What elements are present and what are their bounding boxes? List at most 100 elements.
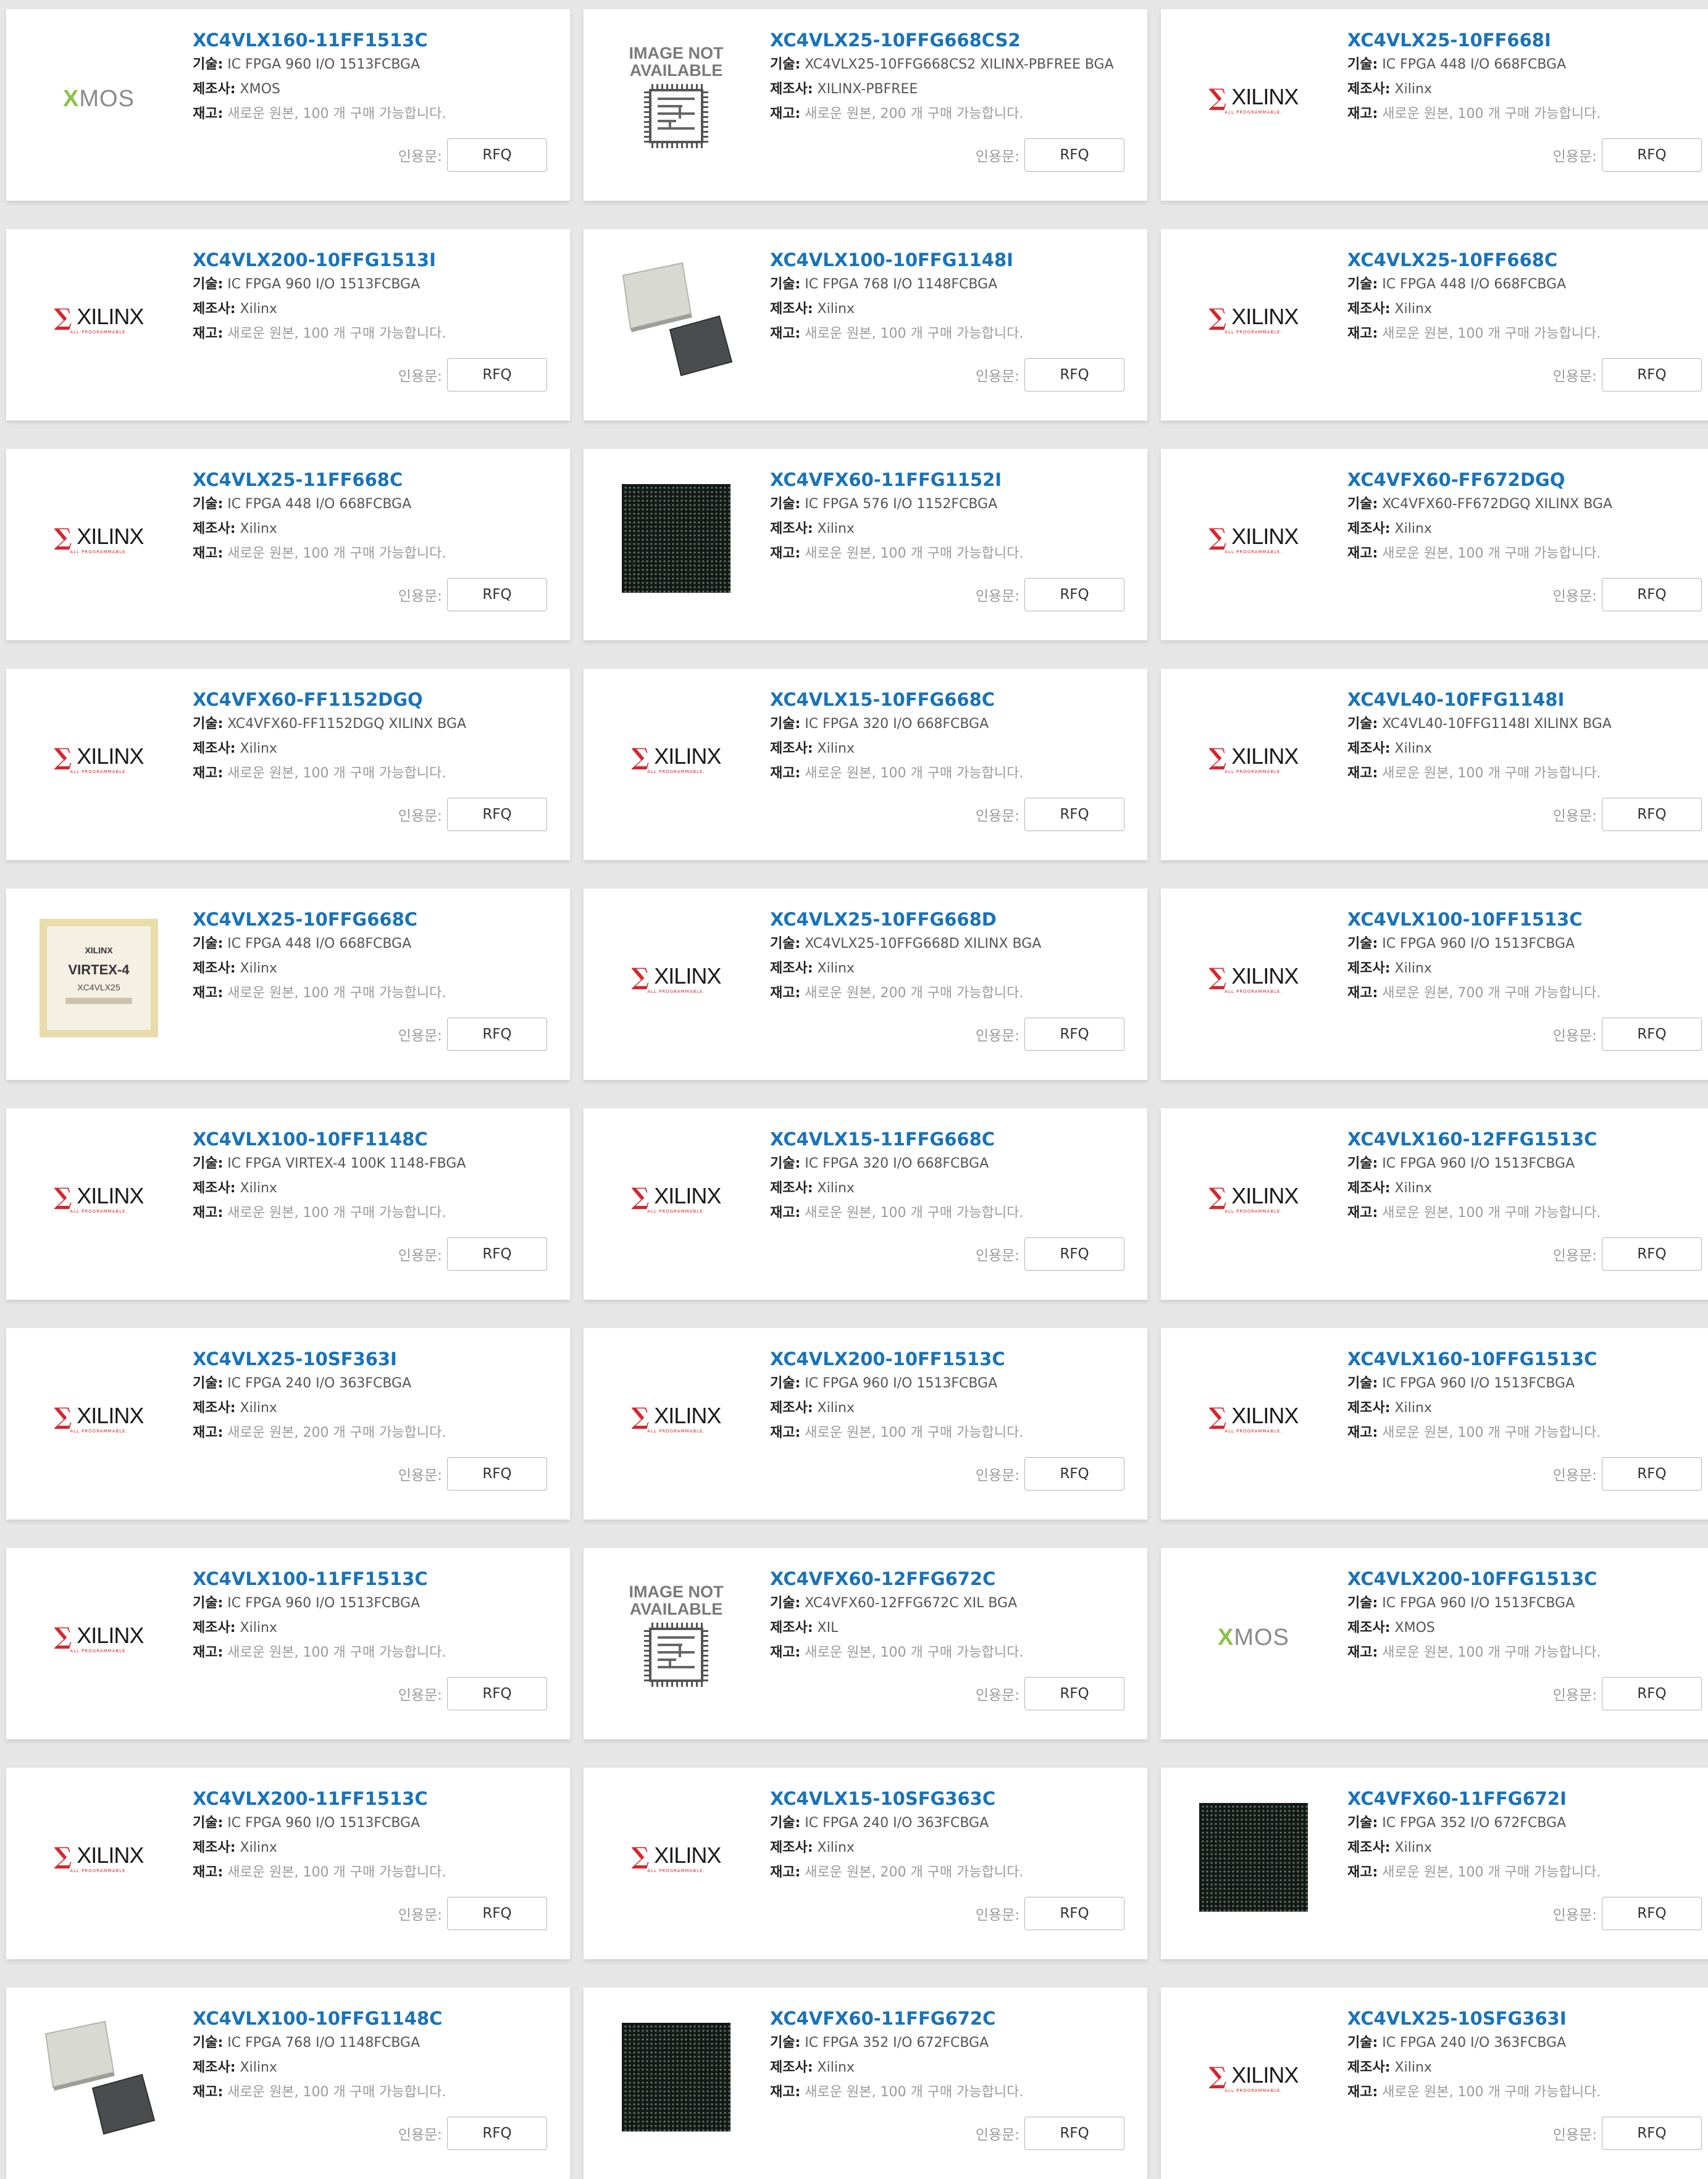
- product-image[interactable]: [608, 474, 744, 603]
- bga-chip-image: [622, 484, 731, 593]
- product-image[interactable]: ∑ XILINX ALL PROGRAMMABLE.: [608, 1792, 744, 1922]
- rfq-button[interactable]: RFQ: [447, 578, 547, 611]
- product-image[interactable]: ∑ XILINX ALL PROGRAMMABLE.: [1186, 254, 1321, 383]
- rfq-button[interactable]: RFQ: [447, 798, 547, 831]
- product-title-link[interactable]: XC4VFX60-11FFG672I: [1347, 1786, 1706, 1811]
- quote-label: 인용문:: [1552, 1468, 1597, 1484]
- rfq-button[interactable]: RFQ: [447, 1457, 547, 1491]
- manufacturer-label: 제조사:: [193, 1840, 236, 1855]
- product-title-link[interactable]: XC4VLX200-10FFG1513I: [193, 248, 551, 272]
- stock-value: 새로운 원본, 100 개 구매 가능합니다.: [1382, 1645, 1601, 1660]
- rfq-button[interactable]: RFQ: [447, 1677, 547, 1710]
- rfq-button[interactable]: RFQ: [1024, 578, 1124, 611]
- product-title-link[interactable]: XC4VLX160-11FF1513C: [193, 28, 551, 52]
- product-image[interactable]: ∑ XILINX ALL PROGRAMMABLE.: [608, 913, 744, 1043]
- product-image[interactable]: ∑ XILINX ALL PROGRAMMABLE.: [31, 693, 167, 823]
- product-image[interactable]: ∑ XILINX ALL PROGRAMMABLE.: [1186, 34, 1321, 164]
- product-image[interactable]: [608, 254, 744, 383]
- product-title-link[interactable]: XC4VLX100-10FFG1148I: [770, 248, 1129, 272]
- rfq-button[interactable]: RFQ: [1024, 358, 1124, 391]
- product-title-link[interactable]: XC4VFX60-FF1152DGQ: [193, 687, 551, 712]
- product-title-link[interactable]: XC4VLX25-11FF668C: [193, 467, 551, 492]
- product-image[interactable]: ∑ XILINX ALL PROGRAMMABLE.: [1186, 2012, 1321, 2142]
- product-image[interactable]: XMOS: [31, 34, 167, 164]
- product-image[interactable]: ∑ XILINX ALL PROGRAMMABLE.: [608, 1353, 744, 1483]
- rfq-button[interactable]: RFQ: [447, 1237, 547, 1271]
- rfq-button[interactable]: RFQ: [1602, 358, 1702, 391]
- product-title-link[interactable]: XC4VLX100-10FFG1148C: [193, 2006, 551, 2031]
- rfq-button[interactable]: RFQ: [447, 2117, 547, 2150]
- rfq-button[interactable]: RFQ: [447, 1018, 547, 1051]
- rfq-button[interactable]: RFQ: [1024, 1677, 1124, 1710]
- product-image[interactable]: ∑ XILINX ALL PROGRAMMABLE.: [1186, 474, 1321, 603]
- product-title-link[interactable]: XC4VLX160-10FFG1513C: [1347, 1347, 1706, 1371]
- manufacturer-row: 제조사: Xilinx: [1347, 2056, 1706, 2080]
- product-title-link[interactable]: XC4VLX25-10FF668C: [1347, 248, 1706, 272]
- quote-label: 인용문:: [398, 1688, 442, 1704]
- product-title-link[interactable]: XC4VLX25-10FF668I: [1347, 28, 1706, 52]
- product-image[interactable]: ∑ XILINX ALL PROGRAMMABLE.: [1186, 693, 1321, 823]
- product-image[interactable]: ∑ XILINX ALL PROGRAMMABLE.: [31, 254, 167, 383]
- product-image[interactable]: ∑ XILINX ALL PROGRAMMABLE.: [31, 1573, 167, 1702]
- product-image[interactable]: XMOS: [1186, 1573, 1321, 1702]
- product-title-link[interactable]: XC4VFX60-12FFG672C: [770, 1566, 1129, 1591]
- product-title-link[interactable]: XC4VLX200-10FF1513C: [770, 1347, 1129, 1371]
- product-title-link[interactable]: XC4VLX15-10FFG668C: [770, 687, 1129, 712]
- rfq-button[interactable]: RFQ: [1602, 1677, 1702, 1710]
- xilinx-logo: ∑ XILINX ALL PROGRAMMABLE.: [1209, 963, 1299, 994]
- product-title-link[interactable]: XC4VLX160-12FFG1513C: [1347, 1127, 1706, 1152]
- rfq-button[interactable]: RFQ: [1602, 1457, 1702, 1491]
- product-image[interactable]: IMAGE NOT AVAILABLE: [608, 34, 744, 164]
- product-title-link[interactable]: XC4VLX100-10FF1148C: [193, 1127, 551, 1152]
- product-image[interactable]: ∑ XILINX ALL PROGRAMMABLE.: [1186, 1133, 1321, 1263]
- stock-row: 재고: 새로운 원본, 100 개 구매 가능합니다.: [1347, 1860, 1706, 1885]
- product-title-link[interactable]: XC4VFX60-11FFG672C: [770, 2006, 1129, 2031]
- product-title-link[interactable]: XC4VLX100-10FF1513C: [1347, 907, 1706, 932]
- product-title-link[interactable]: XC4VLX25-10FFG668D: [770, 907, 1129, 932]
- rfq-button[interactable]: RFQ: [1024, 1237, 1124, 1271]
- product-image[interactable]: IMAGE NOT AVAILABLE: [608, 1573, 744, 1702]
- product-title-link[interactable]: XC4VLX15-11FFG668C: [770, 1127, 1129, 1152]
- rfq-button[interactable]: RFQ: [447, 1897, 547, 1930]
- product-title-link[interactable]: XC4VLX200-10FFG1513C: [1347, 1566, 1706, 1591]
- rfq-button[interactable]: RFQ: [1024, 1018, 1124, 1051]
- rfq-button[interactable]: RFQ: [1602, 578, 1702, 611]
- product-image[interactable]: [608, 2012, 744, 2142]
- rfq-button[interactable]: RFQ: [1024, 798, 1124, 831]
- product-image[interactable]: ∑ XILINX ALL PROGRAMMABLE.: [31, 1792, 167, 1922]
- rfq-button[interactable]: RFQ: [1602, 1237, 1702, 1271]
- manufacturer-value: Xilinx: [240, 1400, 277, 1416]
- product-title-link[interactable]: XC4VLX25-10FFG668CS2: [770, 28, 1129, 52]
- product-title-link[interactable]: XC4VLX100-11FF1513C: [193, 1566, 551, 1591]
- product-image[interactable]: ∑ XILINX ALL PROGRAMMABLE.: [1186, 913, 1321, 1043]
- product-title-link[interactable]: XC4VLX25-10SFG363I: [1347, 2006, 1706, 2031]
- rfq-button[interactable]: RFQ: [1602, 138, 1702, 172]
- rfq-button[interactable]: RFQ: [447, 138, 547, 172]
- rfq-button[interactable]: RFQ: [1602, 798, 1702, 831]
- product-title-link[interactable]: XC4VLX25-10SF363I: [193, 1347, 551, 1371]
- product-image[interactable]: ∑ XILINX ALL PROGRAMMABLE.: [608, 693, 744, 823]
- rfq-button[interactable]: RFQ: [1602, 1018, 1702, 1051]
- product-image[interactable]: [1186, 1792, 1321, 1922]
- product-image[interactable]: ∑ XILINX ALL PROGRAMMABLE.: [31, 1353, 167, 1483]
- product-image[interactable]: ∑ XILINX ALL PROGRAMMABLE.: [31, 1133, 167, 1263]
- product-title-link[interactable]: XC4VFX60-11FFG1152I: [770, 467, 1129, 492]
- product-image[interactable]: ∑ XILINX ALL PROGRAMMABLE.: [31, 474, 167, 603]
- product-title-link[interactable]: XC4VL40-10FFG1148I: [1347, 687, 1706, 712]
- product-image[interactable]: [31, 2012, 167, 2142]
- rfq-button[interactable]: RFQ: [1024, 1457, 1124, 1491]
- rfq-button[interactable]: RFQ: [1024, 1897, 1124, 1930]
- product-image[interactable]: ∑ XILINX ALL PROGRAMMABLE.: [608, 1133, 744, 1263]
- product-title-link[interactable]: XC4VLX15-10SFG363C: [770, 1786, 1129, 1811]
- product-image[interactable]: XILINX VIRTEX-4 XC4VLX25: [31, 913, 167, 1043]
- stock-label: 재고:: [770, 985, 801, 1001]
- rfq-button[interactable]: RFQ: [447, 358, 547, 391]
- product-image[interactable]: ∑ XILINX ALL PROGRAMMABLE.: [1186, 1353, 1321, 1483]
- rfq-button[interactable]: RFQ: [1602, 2117, 1702, 2150]
- product-title-link[interactable]: XC4VLX25-10FFG668C: [193, 907, 551, 932]
- product-title-link[interactable]: XC4VFX60-FF672DGQ: [1347, 467, 1706, 492]
- product-title-link[interactable]: XC4VLX200-11FF1513C: [193, 1786, 551, 1811]
- rfq-button[interactable]: RFQ: [1602, 1897, 1702, 1930]
- rfq-button[interactable]: RFQ: [1024, 2117, 1124, 2150]
- rfq-button[interactable]: RFQ: [1024, 138, 1124, 172]
